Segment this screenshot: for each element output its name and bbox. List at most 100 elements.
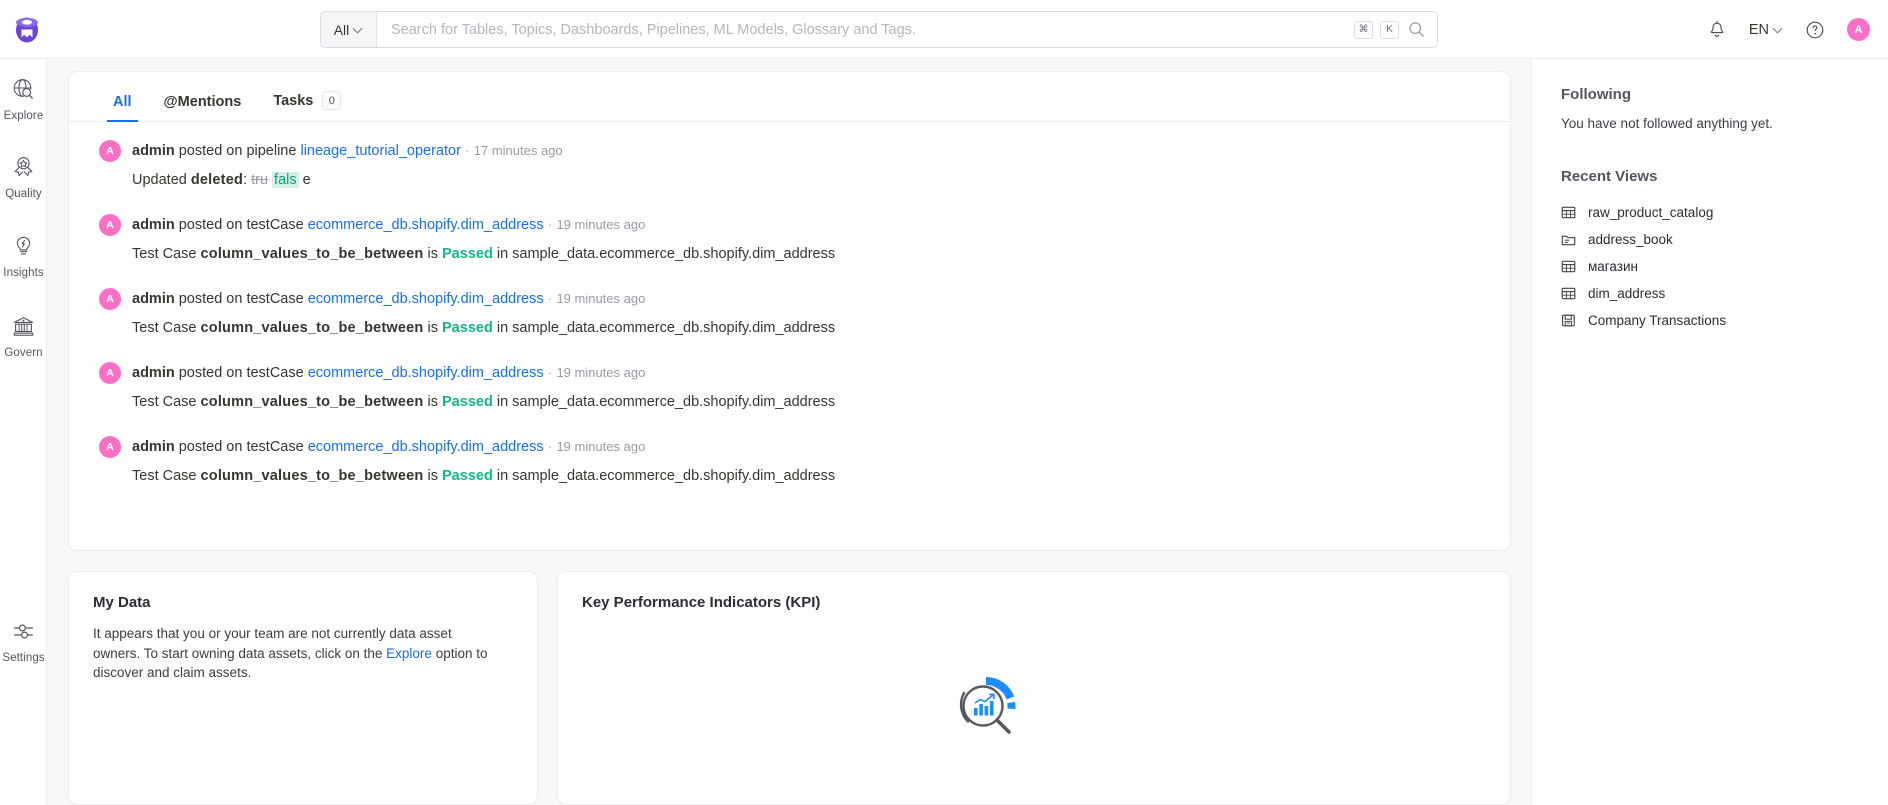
testcase-status: Passed <box>442 468 493 484</box>
feed-item-time: 19 minutes ago <box>556 291 645 306</box>
feed-item-header: A admin posted on testCase ecommerce_db.… <box>99 214 1480 236</box>
testcase-status: Passed <box>442 320 493 336</box>
separator-dot: · <box>548 439 553 455</box>
testcase-suffix: in sample_data.ecommerce_db.shopify.dim_… <box>493 394 835 410</box>
feed-item-entity-link[interactable]: ecommerce_db.shopify.dim_address <box>308 439 544 455</box>
separator-dot: · <box>548 291 553 307</box>
testcase-prefix: Test Case <box>132 320 201 336</box>
feed-item-headline: admin posted on testCase ecommerce_db.sh… <box>132 217 645 233</box>
dashboard-cards-row: My Data It appears that you or your team… <box>68 571 1511 805</box>
list-item-label: address_book <box>1588 232 1673 247</box>
lightbulb-icon <box>11 234 36 264</box>
testcase-status: Passed <box>442 246 493 262</box>
feed-item-body: Test Case column_values_to_be_between is… <box>99 394 1480 410</box>
separator-dot: · <box>548 365 553 381</box>
bell-icon[interactable] <box>1707 20 1727 40</box>
recent-views-list: raw_product_catalog address_book <box>1561 199 1888 334</box>
diff-colon: : <box>243 172 251 188</box>
avatar: A <box>99 436 121 458</box>
sidebar-item-label: Explore <box>4 110 44 122</box>
globe-search-icon <box>11 77 36 107</box>
sidebar-item-settings[interactable]: Settings <box>0 619 47 664</box>
feed-item-entity-link[interactable]: lineage_tutorial_operator <box>300 143 460 159</box>
testcase-name: column_values_to_be_between <box>201 320 424 336</box>
sidebar-item-govern[interactable]: Govern <box>0 314 47 359</box>
diff-added-value: fals <box>272 172 299 188</box>
language-label: EN <box>1749 22 1769 38</box>
sidebar-item-insights[interactable]: Insights <box>0 234 47 279</box>
feed-item: A admin posted on testCase ecommerce_db.… <box>69 214 1510 262</box>
feed-item-entity-link[interactable]: ecommerce_db.shopify.dim_address <box>308 217 544 233</box>
testcase-suffix: in sample_data.ecommerce_db.shopify.dim_… <box>493 468 835 484</box>
openmetadata-logo-icon[interactable] <box>9 12 45 48</box>
sidebar-item-label: Settings <box>2 652 44 664</box>
following-empty-message: You have not followed anything yet. <box>1561 116 1888 131</box>
list-item-label: raw_product_catalog <box>1588 205 1713 220</box>
feed-item-action: posted on testCase <box>179 365 304 381</box>
avatar: A <box>99 362 121 384</box>
feed-item-action: posted on testCase <box>179 439 304 455</box>
feed-item-time: 19 minutes ago <box>556 217 645 232</box>
chart-magnifier-illustration <box>950 671 1022 743</box>
right-side-panel: Following You have not followed anything… <box>1531 59 1888 805</box>
feed-item-entity-link[interactable]: ecommerce_db.shopify.dim_address <box>308 291 544 307</box>
feed-item-header: A admin posted on testCase ecommerce_db.… <box>99 436 1480 458</box>
feed-list: A admin posted on pipeline lineage_tutor… <box>69 122 1510 484</box>
sidebar-item-quality[interactable]: Quality <box>0 155 47 200</box>
tab-label: @Mentions <box>164 94 242 110</box>
search-shortcut-group: ⌘ K <box>1354 12 1437 47</box>
bank-icon <box>11 314 36 344</box>
testcase-status: Passed <box>442 394 493 410</box>
search-scope-label: All <box>334 22 350 38</box>
list-item[interactable]: Company Transactions <box>1561 307 1888 334</box>
list-item[interactable]: raw_product_catalog <box>1561 199 1888 226</box>
sidebar-item-explore[interactable]: Explore <box>0 77 47 122</box>
table-icon <box>1561 205 1576 220</box>
avatar[interactable]: A <box>1847 18 1870 41</box>
help-circle-icon[interactable] <box>1805 20 1825 40</box>
testcase-prefix: Test Case <box>132 394 201 410</box>
feed-item-time: 17 minutes ago <box>474 143 563 158</box>
testcase-name: column_values_to_be_between <box>201 246 424 262</box>
feed-item-user: admin <box>132 143 175 159</box>
avatar: A <box>99 214 121 236</box>
feed-item-entity-link[interactable]: ecommerce_db.shopify.dim_address <box>308 365 544 381</box>
list-item[interactable]: dim_address <box>1561 280 1888 307</box>
tab-all[interactable]: All <box>97 94 148 121</box>
diff-prefix: Updated <box>132 172 191 188</box>
tab-mentions[interactable]: @Mentions <box>148 94 258 121</box>
testcase-prefix: Test Case <box>132 468 201 484</box>
diff-field-name: deleted <box>191 172 243 188</box>
main-content-area: All @Mentions Tasks 0 A admin posted on … <box>47 59 1531 805</box>
language-selector[interactable]: EN <box>1749 22 1783 38</box>
recent-views-title: Recent Views <box>1561 168 1888 185</box>
chevron-down-icon <box>1774 25 1783 34</box>
topic-icon <box>1561 232 1576 247</box>
diff-removed-value: tru <box>251 172 268 188</box>
activity-feed-card: All @Mentions Tasks 0 A admin posted on … <box>68 71 1511 551</box>
sidebar-item-label: Govern <box>4 347 42 359</box>
avatar: A <box>99 140 121 162</box>
testcase-prefix: Test Case <box>132 246 201 262</box>
list-item[interactable]: магазин <box>1561 253 1888 280</box>
testcase-name: column_values_to_be_between <box>201 468 424 484</box>
list-item-label: Company Transactions <box>1588 313 1726 328</box>
feed-item: A admin posted on testCase ecommerce_db.… <box>69 436 1510 484</box>
tab-label: Tasks <box>273 93 313 109</box>
tab-tasks[interactable]: Tasks 0 <box>257 91 357 121</box>
search-scope-dropdown[interactable]: All <box>321 12 377 47</box>
testcase-mid: is <box>423 320 442 336</box>
testcase-suffix: in sample_data.ecommerce_db.shopify.dim_… <box>493 320 835 336</box>
global-search-bar[interactable]: All ⌘ K <box>320 11 1438 48</box>
avatar: A <box>99 288 121 310</box>
chevron-down-icon <box>354 25 363 34</box>
my-data-card: My Data It appears that you or your team… <box>68 571 538 805</box>
list-item[interactable]: address_book <box>1561 226 1888 253</box>
explore-link[interactable]: Explore <box>386 646 432 661</box>
table-icon <box>1561 259 1576 274</box>
sidebar-item-label: Insights <box>3 267 43 279</box>
search-icon[interactable] <box>1406 21 1425 38</box>
search-input[interactable] <box>377 12 1354 47</box>
feed-item-headline: admin posted on testCase ecommerce_db.sh… <box>132 439 645 455</box>
feed-item-user: admin <box>132 217 175 233</box>
